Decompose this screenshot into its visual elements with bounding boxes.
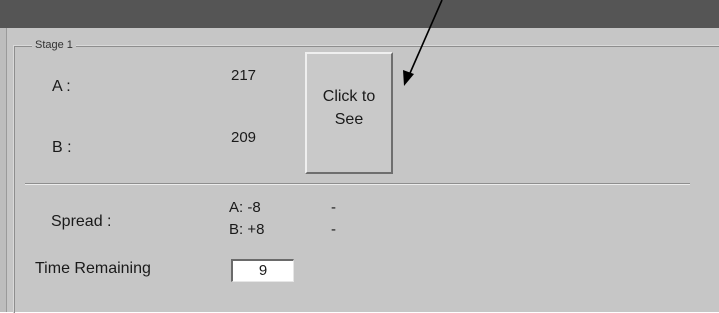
window-left-edge [0,28,7,312]
time-remaining-field: 9 [231,259,294,282]
spread-a-dash: - [331,199,336,216]
stage-panel-title: Stage 1 [32,38,76,52]
time-remaining-label: Time Remaining [35,260,151,277]
a-value: 217 [231,67,257,84]
pointer-arrow-icon [403,0,443,86]
section-divider [25,183,690,185]
spread-b-value: B: +8 [229,221,265,238]
spread-b-dash: - [331,221,336,238]
spread-a-value: A: -8 [229,199,261,216]
click-to-see-button[interactable]: Click to See [305,52,393,174]
a-label: A : [52,78,71,95]
spread-label: Spread : [51,213,112,230]
window-titlebar [0,0,719,28]
b-value: 209 [231,129,257,146]
click-to-see-button-label: Click to See [322,88,376,128]
b-label: B : [52,139,72,156]
